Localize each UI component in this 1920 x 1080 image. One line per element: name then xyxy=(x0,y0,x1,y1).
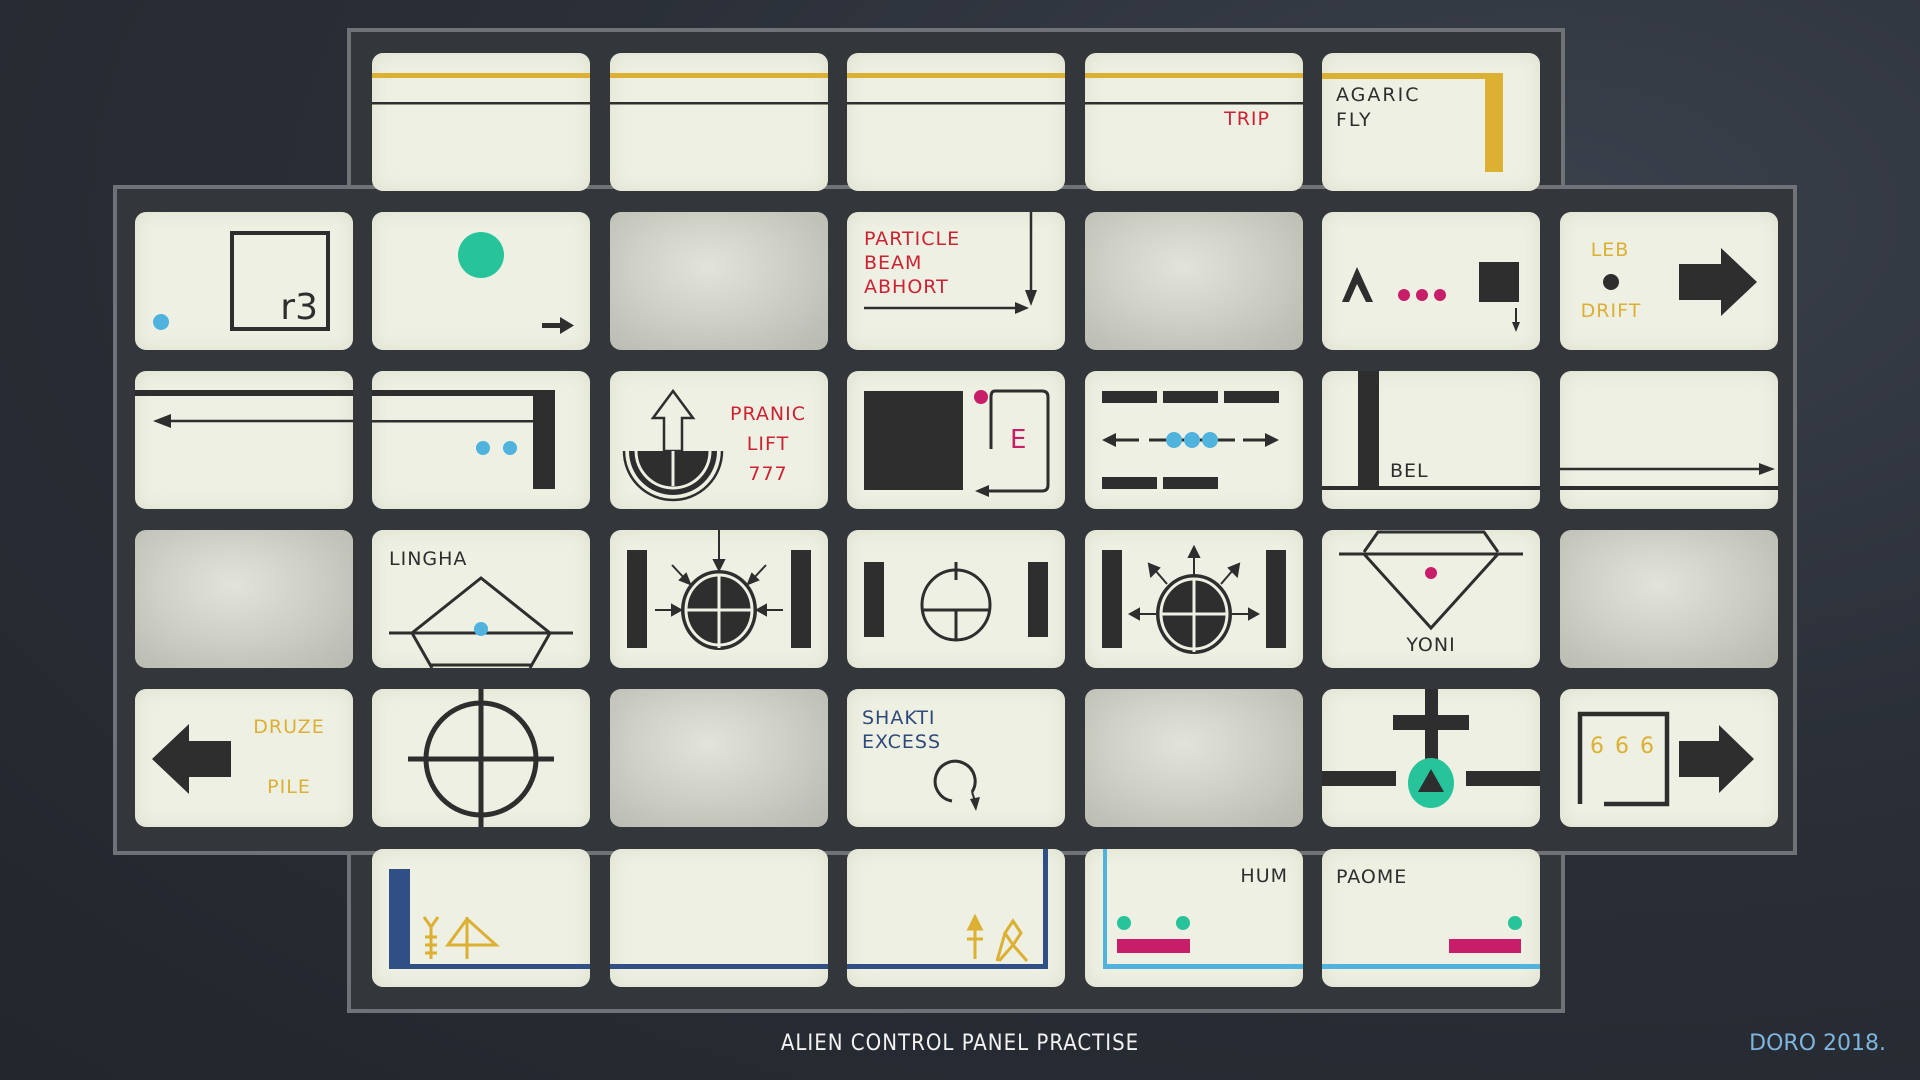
tile-trip[interactable]: TRIP xyxy=(1085,53,1303,191)
square-icon xyxy=(1479,262,1519,302)
tile-stripe-2[interactable] xyxy=(610,53,828,191)
tile-navy-line[interactable] xyxy=(610,849,828,987)
agaric-label: AGARIC xyxy=(1336,84,1420,106)
arrow-right-icon xyxy=(1265,433,1279,447)
druze-label: DRUZE xyxy=(253,716,324,738)
tile-paome[interactable]: PAOME xyxy=(1322,849,1540,987)
tile-stripe-3[interactable] xyxy=(847,53,1065,191)
particle-label: PARTICLE xyxy=(864,228,960,250)
green-dot-icon xyxy=(458,232,504,278)
alien-glyph-icon xyxy=(995,918,1029,962)
pile-label: PILE xyxy=(267,776,311,798)
tile-arrow-left[interactable] xyxy=(135,371,353,509)
excess-label: EXCESS xyxy=(862,731,941,753)
tile-yoni[interactable]: YONI xyxy=(1322,530,1540,668)
tile-blank[interactable] xyxy=(135,530,353,668)
footer-title: ALIEN CONTROL PANEL PRACTISE xyxy=(780,1031,1140,1056)
yoni-label: YONI xyxy=(1405,634,1455,656)
target-icon xyxy=(1156,574,1232,654)
tile-dots-square[interactable] xyxy=(1322,212,1540,350)
arrow-right-icon xyxy=(1679,725,1754,793)
arrow-down-icon xyxy=(1025,212,1037,306)
r3-label: r3 xyxy=(280,287,318,328)
tile-blank[interactable] xyxy=(610,689,828,827)
target-icon xyxy=(681,570,757,650)
tile-druze-pile[interactable]: DRUZE PILE xyxy=(135,689,353,827)
abhort-label: ABHORT xyxy=(864,276,949,298)
lift-label: LIFT xyxy=(747,433,789,455)
tile-stripe-1[interactable] xyxy=(372,53,590,191)
tile-pranic-lift[interactable]: PRANIC LIFT 777 xyxy=(610,371,828,509)
beam-label: BEAM xyxy=(864,252,922,274)
drift-label: DRIFT xyxy=(1581,300,1642,322)
arrow-left-icon xyxy=(152,724,231,794)
666-label: 6 6 6 xyxy=(1590,734,1656,759)
tile-blank[interactable] xyxy=(1085,689,1303,827)
alien-glyph-icon xyxy=(966,913,984,959)
fly-label: FLY xyxy=(1336,109,1373,131)
arrow-right-icon xyxy=(1759,463,1775,475)
triangle-icon xyxy=(1342,267,1373,302)
pranic-label: PRANIC xyxy=(730,403,806,425)
alien-glyph-icon xyxy=(445,916,500,959)
tile-glyphs-left[interactable] xyxy=(372,849,590,987)
tile-shakti-excess[interactable]: SHAKTI EXCESS xyxy=(847,689,1065,827)
leb-label: LEB xyxy=(1591,239,1630,261)
arrow-left-icon xyxy=(153,414,171,428)
tile-arrow-right[interactable] xyxy=(1560,371,1778,509)
tile-glyphs-right[interactable] xyxy=(847,849,1065,987)
tile-hum[interactable]: HUM xyxy=(1085,849,1303,987)
anchor-arrow-icon xyxy=(622,388,724,502)
tile-blank[interactable] xyxy=(610,212,828,350)
shakti-label: SHAKTI xyxy=(862,707,936,729)
tile-corner-dots[interactable] xyxy=(372,371,590,509)
tile-particle-beam-abhort[interactable]: PARTICLE BEAM ABHORT xyxy=(847,212,1065,350)
lingha-label: LINGHA xyxy=(389,548,467,570)
paome-label: PAOME xyxy=(1336,866,1407,888)
tile-r3[interactable]: r3 xyxy=(135,212,353,350)
tile-lingha[interactable]: LINGHA xyxy=(372,530,590,668)
alien-glyph-icon xyxy=(422,916,440,959)
tile-green-dot[interactable] xyxy=(372,212,590,350)
tile-target-open[interactable] xyxy=(847,530,1065,668)
arrow-right-icon xyxy=(864,302,1029,314)
trip-label: TRIP xyxy=(1223,108,1270,130)
arrow-left-icon xyxy=(1102,433,1116,447)
tile-dashes-dots[interactable] xyxy=(1085,371,1303,509)
blue-dot-icon xyxy=(153,314,169,330)
rotate-arrow-icon xyxy=(933,759,980,811)
tile-leb-drift[interactable]: LEB DRIFT xyxy=(1560,212,1778,350)
e-label: E xyxy=(1010,425,1026,455)
tile-cross-triangle[interactable] xyxy=(1322,689,1540,827)
arrow-right-icon xyxy=(542,317,574,334)
tile-diverge-target[interactable] xyxy=(1085,530,1303,668)
crosshair-icon xyxy=(408,689,554,827)
target-icon xyxy=(920,562,992,642)
777-label: 777 xyxy=(748,463,787,485)
diamond-icon xyxy=(1339,530,1523,631)
arrow-right-icon xyxy=(1679,248,1757,316)
tile-agaric-fly[interactable]: AGARIC FLY xyxy=(1322,53,1540,191)
tile-blank[interactable] xyxy=(1085,212,1303,350)
hum-label: HUM xyxy=(1240,865,1288,887)
footer-credit: DORO 2018. xyxy=(1749,1031,1886,1056)
tile-blank[interactable] xyxy=(1560,530,1778,668)
arrow-down-icon xyxy=(1512,308,1520,332)
tile-crosshair[interactable] xyxy=(372,689,590,827)
arrow-left-icon xyxy=(975,485,989,497)
tile-666[interactable]: 6 6 6 xyxy=(1560,689,1778,827)
tile-e-switch[interactable]: E xyxy=(847,371,1065,509)
tile-bel[interactable]: BEL xyxy=(1322,371,1540,509)
tile-converge-target[interactable] xyxy=(610,530,828,668)
bel-label: BEL xyxy=(1390,460,1429,482)
